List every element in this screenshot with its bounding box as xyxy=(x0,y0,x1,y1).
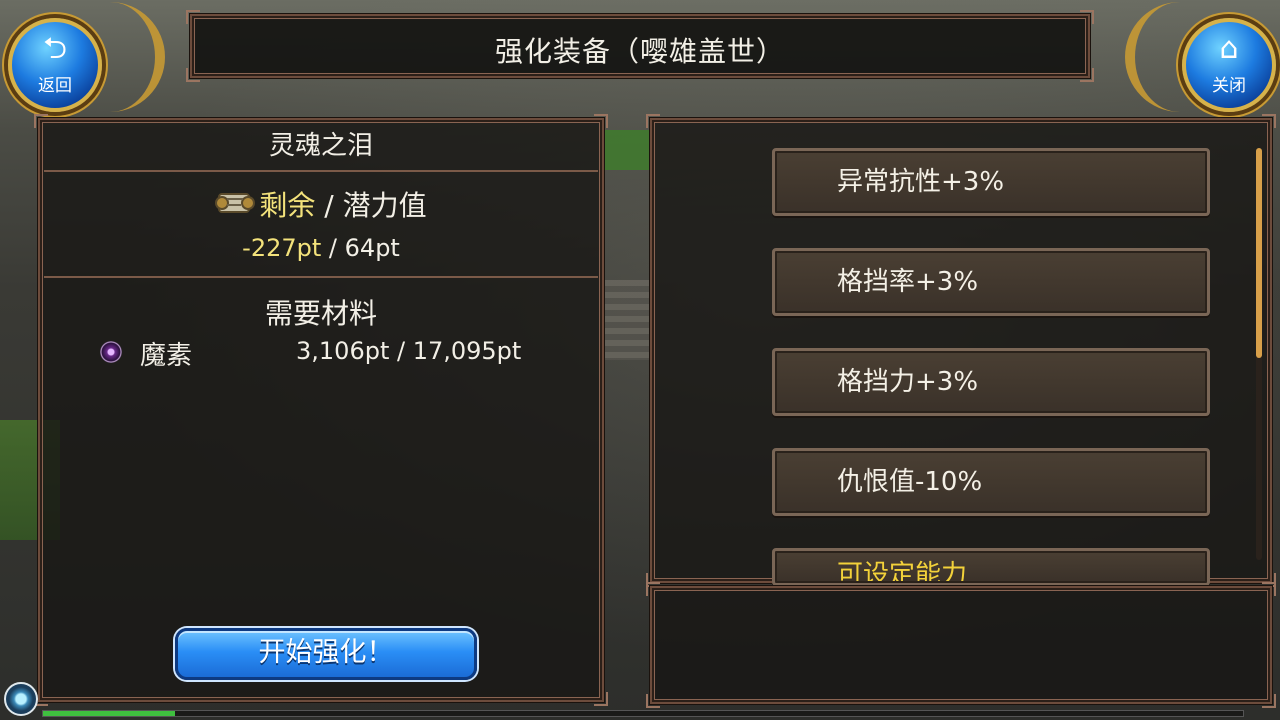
back-button[interactable]: ⮌ 返回 xyxy=(8,18,102,112)
title-bar: 强化装备（嘤雄盖世） xyxy=(186,10,1094,82)
materials-title: 需要材料 xyxy=(264,297,377,330)
frame-corner xyxy=(646,582,660,596)
enhance-info-panel: 灵魂之泪 剩余 / 潜力值 -227pt / 64pt 需要材料 魔素 3,10… xyxy=(34,114,608,706)
exp-bar-fill xyxy=(43,711,175,716)
separator: / xyxy=(328,234,338,262)
scroll-icon xyxy=(215,193,256,213)
material-amount: 3,106pt / 17,095pt xyxy=(296,337,522,365)
ability-options-panel: 异常抗性+3% 格挡率+3% 格挡力+3% 仇恨值-10% 可设定能力 xyxy=(646,114,1276,587)
frame-corner xyxy=(186,68,200,82)
item-name: 灵魂之泪 xyxy=(44,124,598,172)
ornament-left xyxy=(95,2,165,112)
background-stairs xyxy=(600,280,650,360)
close-button[interactable]: ⌂ 关闭 xyxy=(1182,18,1276,112)
potential-labels: 剩余 / 潜力值 xyxy=(44,184,598,224)
option-button[interactable]: 异常抗性+3% xyxy=(772,148,1210,216)
close-button-label: 关闭 xyxy=(1212,76,1246,96)
frame-corner xyxy=(1080,68,1094,82)
options-scrollbar[interactable] xyxy=(1256,148,1262,560)
potential-section: 剩余 / 潜力值 -227pt / 64pt xyxy=(44,172,598,278)
magic-orb-icon xyxy=(100,341,122,363)
option-button[interactable]: 格挡力+3% xyxy=(772,348,1210,416)
frame-corner xyxy=(1262,582,1276,596)
remaining-label: 剩余 xyxy=(259,189,316,222)
description-box xyxy=(646,582,1276,708)
frame-corner xyxy=(646,694,660,708)
separator: / xyxy=(324,189,334,222)
frame-corner xyxy=(1262,694,1276,708)
back-button-label: 返回 xyxy=(38,76,72,96)
material-name: 魔素 xyxy=(140,341,193,371)
start-enhance-button[interactable]: 开始强化！ xyxy=(175,628,477,680)
option-button[interactable]: 格挡率+3% xyxy=(772,248,1210,316)
background-lawn xyxy=(600,130,650,170)
remaining-value: -227pt xyxy=(242,234,322,262)
material-row: 魔素 3,106pt / 17,095pt xyxy=(100,335,580,371)
home-icon: ⌂ xyxy=(1219,31,1239,66)
potential-label: 潜力值 xyxy=(342,189,427,222)
scrollbar-thumb[interactable] xyxy=(1256,148,1262,358)
frame-corner xyxy=(594,692,608,706)
frame-corner xyxy=(1080,10,1094,24)
exp-bar xyxy=(42,710,1244,717)
page-title: 强化装备（嘤雄盖世） xyxy=(494,35,785,68)
option-button[interactable]: 仇恨值-10% xyxy=(772,448,1210,516)
potential-values: -227pt / 64pt xyxy=(44,234,598,262)
frame-corner xyxy=(1262,114,1276,128)
potential-value: 64pt xyxy=(344,234,400,262)
frame-corner xyxy=(646,114,660,128)
option-label: 可设定能力 xyxy=(837,560,968,581)
frame-corner xyxy=(186,10,200,24)
option-button[interactable]: 可设定能力 xyxy=(772,548,1210,586)
status-ring-icon xyxy=(4,682,38,716)
back-arrow-icon: ⮌ xyxy=(42,31,68,66)
